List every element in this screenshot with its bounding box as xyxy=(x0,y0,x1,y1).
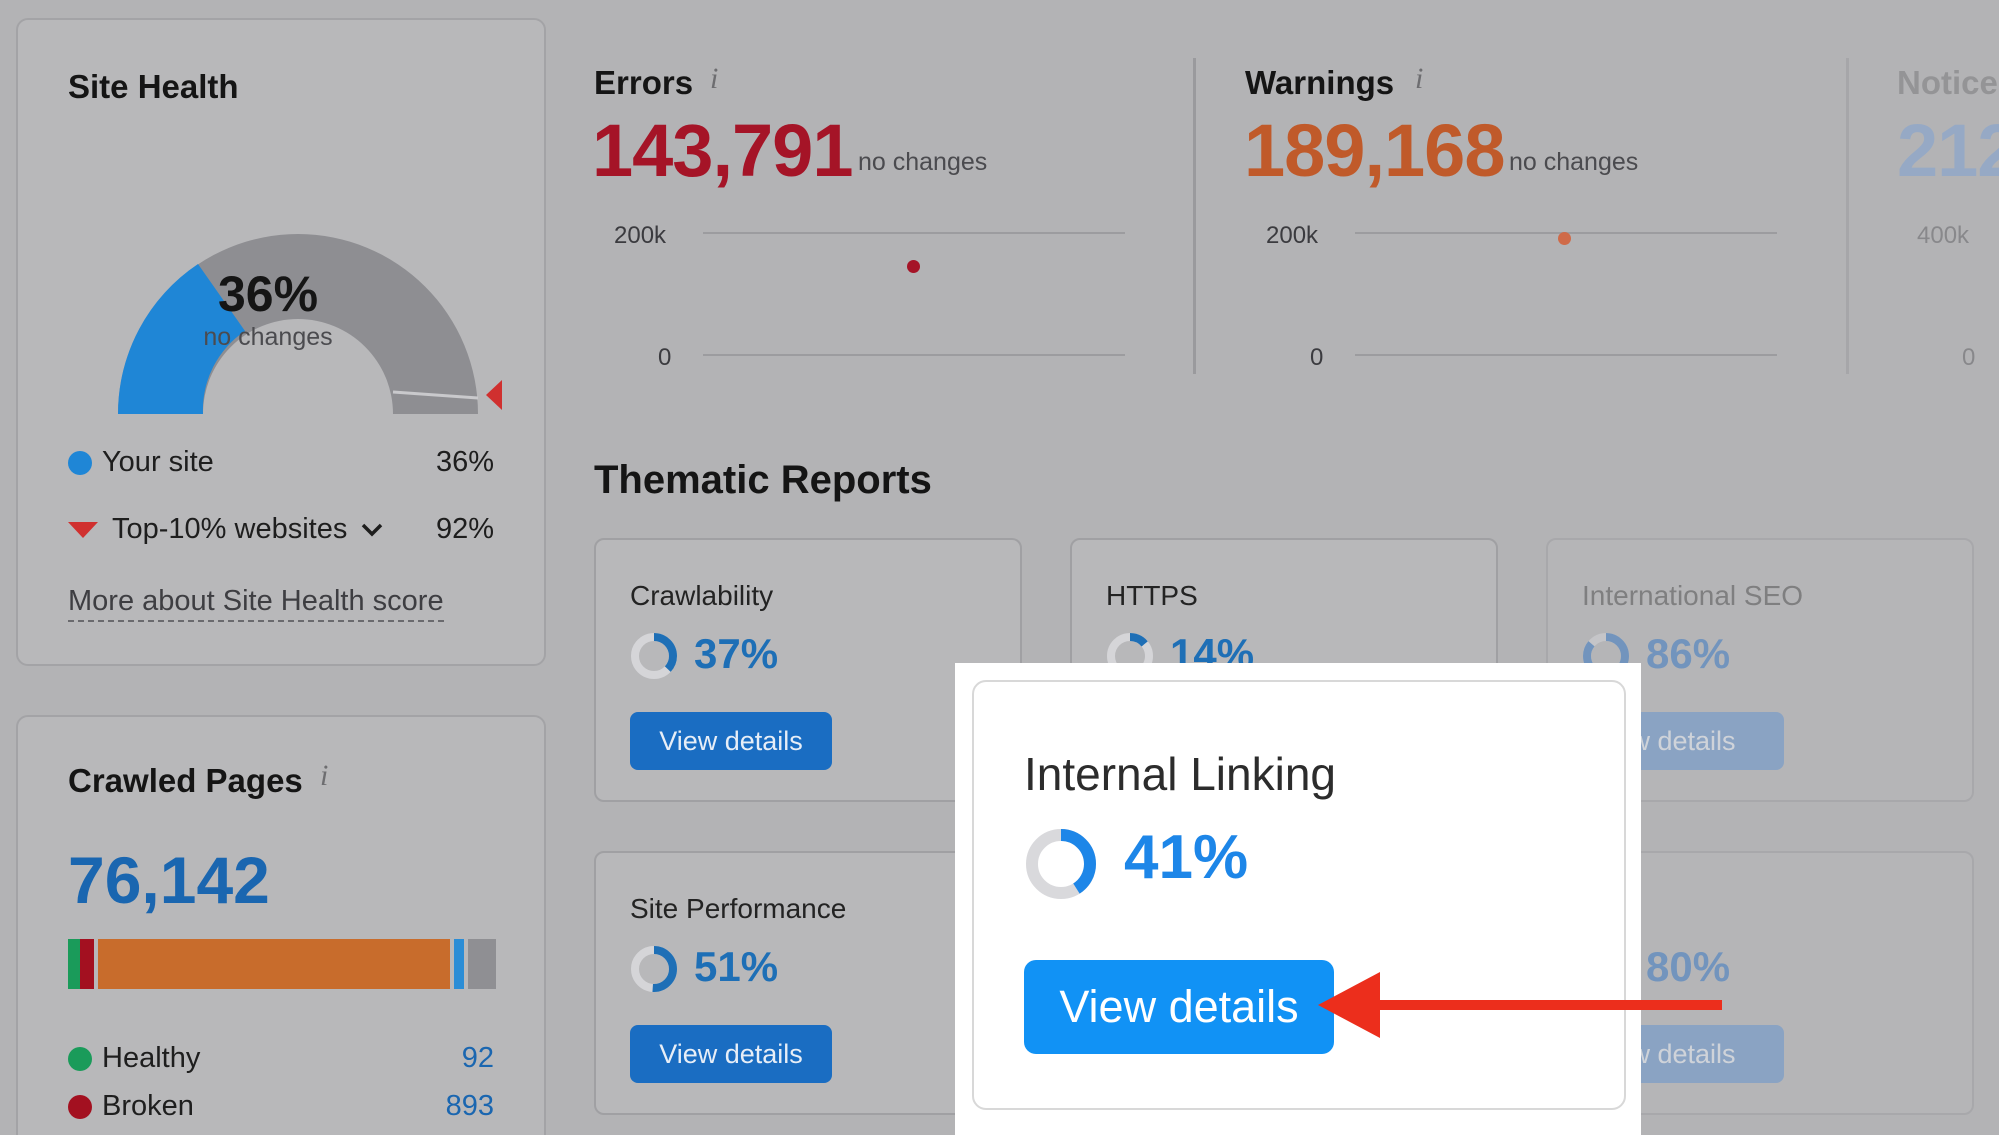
view-details-button[interactable]: View details xyxy=(630,1025,832,1083)
warnings-y-bottom: 0 xyxy=(1310,344,1324,371)
annotation-arrow-icon xyxy=(1318,972,1722,1038)
bar-segment-blocked xyxy=(454,939,464,989)
your-site-dot xyxy=(68,450,92,475)
crawled-pages-title: Crawled Pages xyxy=(68,762,303,799)
gauge-top10-arrow xyxy=(486,380,502,410)
crawled-pages-total: 76,142 xyxy=(68,843,270,917)
legend-healthy[interactable]: Healthy xyxy=(68,1042,200,1075)
report-name: International SEO xyxy=(1582,580,1804,611)
warnings-title: Warnings xyxy=(1245,64,1395,101)
errors-title: Errors xyxy=(594,64,694,101)
broken-value[interactable]: 893 xyxy=(446,1090,494,1123)
donut-progress-icon xyxy=(631,633,677,679)
errors-y-bottom: 0 xyxy=(658,344,672,371)
gauge-change: no changes xyxy=(203,323,333,351)
bar-segment-other xyxy=(468,939,496,989)
warnings-value[interactable]: 189,168 xyxy=(1244,108,1505,193)
warnings-grid-bottom xyxy=(1355,354,1777,356)
report-name: Crawlability xyxy=(630,580,774,611)
report-percent: 37% xyxy=(694,630,779,677)
notices-y-top: 400k xyxy=(1917,222,1970,249)
your-site-label: Your site xyxy=(102,446,214,478)
errors-change: no changes xyxy=(858,148,988,176)
site-health-title: Site Health xyxy=(68,68,239,105)
warnings-change: no changes xyxy=(1509,148,1639,176)
top10-value: 92% xyxy=(435,513,494,545)
report-percent: 51% xyxy=(694,943,779,990)
site-health-card: Site Health 36% no changes Your site 36%… xyxy=(16,18,546,666)
crawled-pages-bar xyxy=(68,939,496,989)
healthy-label: Healthy xyxy=(102,1042,201,1074)
report-percent: 41% xyxy=(1124,823,1249,892)
view-details-button[interactable]: View details xyxy=(1024,960,1334,1054)
divider xyxy=(1193,58,1196,374)
donut-progress-icon xyxy=(631,946,677,992)
errors-data-point[interactable] xyxy=(907,260,920,273)
report-name: Internal Linking xyxy=(1024,748,1336,800)
crawled-pages-card: Crawled Pages i 76,142 Healthy 92 Broken… xyxy=(16,715,546,1135)
errors-grid-bottom xyxy=(703,354,1125,356)
legend-broken[interactable]: Broken xyxy=(68,1090,194,1123)
bar-segment-redirects xyxy=(98,939,450,989)
chevron-down-icon[interactable] xyxy=(361,523,383,537)
info-icon[interactable]: i xyxy=(320,759,328,793)
report-percent: 86% xyxy=(1646,630,1731,677)
divider xyxy=(1846,58,1849,374)
bar-segment-healthy xyxy=(68,939,80,989)
legend-your-site: Your site xyxy=(68,446,214,479)
notices-value[interactable]: 212 xyxy=(1897,108,1999,193)
top10-label: Top-10% websites xyxy=(112,513,348,545)
report-name: Site Performance xyxy=(630,893,847,924)
report-card-internal-linking: Internal Linking 41% View details xyxy=(972,680,1626,1110)
warnings-data-point[interactable] xyxy=(1558,232,1571,245)
your-site-value: 36% xyxy=(435,446,494,478)
healthy-dot xyxy=(68,1046,92,1071)
errors-value[interactable]: 143,791 xyxy=(592,108,853,193)
notices-y-bottom: 0 xyxy=(1962,344,1976,371)
broken-dot xyxy=(68,1094,92,1119)
broken-label: Broken xyxy=(102,1090,194,1122)
healthy-value[interactable]: 92 xyxy=(462,1042,494,1075)
errors-y-top: 200k xyxy=(614,222,667,249)
bar-segment-broken xyxy=(80,939,94,989)
info-icon[interactable]: i xyxy=(1415,62,1423,96)
view-details-button[interactable]: View details xyxy=(630,712,832,770)
notices-title: Notice xyxy=(1897,64,1998,101)
legend-top10[interactable]: Top-10% websites xyxy=(68,513,383,546)
report-name: HTTPS xyxy=(1106,580,1198,611)
warnings-y-top: 200k xyxy=(1266,222,1319,249)
thematic-reports-heading: Thematic Reports xyxy=(594,458,932,502)
site-health-more-link[interactable]: More about Site Health score xyxy=(68,585,444,622)
info-icon[interactable]: i xyxy=(710,62,718,96)
gauge-percent: 36% xyxy=(217,266,319,322)
donut-progress-icon xyxy=(1026,829,1096,899)
triangle-down-icon xyxy=(68,521,98,538)
errors-grid-top xyxy=(703,232,1125,234)
